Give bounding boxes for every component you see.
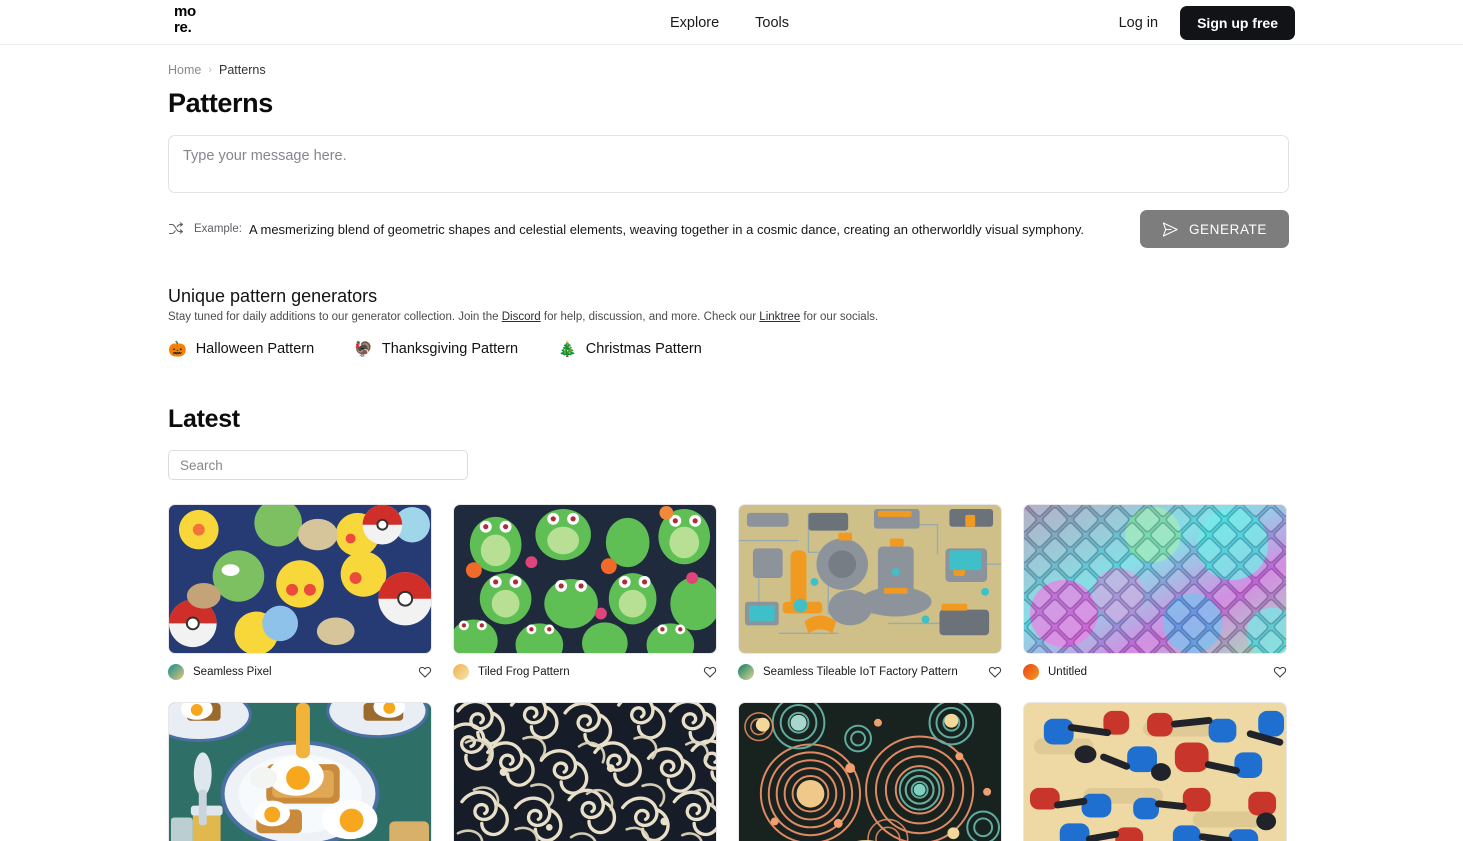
generator-link-christmas[interactable]: 🎄 Christmas Pattern	[558, 341, 702, 357]
pattern-card-title: Tiled Frog Pattern	[478, 666, 570, 678]
turkey-icon: 🦃	[354, 340, 373, 358]
generators-title: Unique pattern generators	[168, 286, 378, 306]
pattern-image-pokemon	[169, 505, 431, 653]
pattern-card-meta: Seamless Pixel	[168, 664, 432, 680]
pattern-card: Tiled Frog Pattern	[453, 504, 717, 680]
avatar	[168, 664, 184, 680]
pattern-image-saturn	[739, 703, 1001, 841]
pattern-thumbnail-seamless-pixel[interactable]	[168, 504, 432, 654]
pattern-image-frogs	[454, 505, 716, 653]
pattern-card-meta: Seamless Tileable IoT Factory Pattern	[738, 664, 1002, 680]
example-label: Example:	[194, 223, 242, 235]
pattern-card-title: Untitled	[1048, 666, 1087, 678]
favorite-heart-icon[interactable]	[418, 665, 432, 679]
nav-item-explore[interactable]: Explore	[670, 15, 719, 31]
generator-link-halloween[interactable]: 🎃 Halloween Pattern	[168, 341, 314, 357]
favorite-heart-icon[interactable]	[1273, 665, 1287, 679]
generator-links: 🎃 Halloween Pattern 🦃 Thanksgiving Patte…	[168, 341, 1295, 357]
signup-button[interactable]: Sign up free	[1180, 5, 1295, 40]
top-navigation-bar: mo re. Explore Tools Log in Sign up free	[0, 0, 1463, 45]
pumpkin-icon: 🎃	[168, 340, 187, 358]
generator-link-halloween-label: Halloween Pattern	[195, 341, 315, 357]
pattern-image-dumbbells	[1024, 703, 1286, 841]
site-logo[interactable]: mo re.	[174, 4, 196, 36]
discord-link[interactable]: Discord	[502, 311, 541, 323]
pattern-card: ToastTile	[168, 702, 432, 841]
generators-subtitle-part3: for our socials.	[800, 311, 879, 323]
generator-link-thanksgiving[interactable]: 🦃 Thanksgiving Pattern	[354, 341, 518, 357]
avatar	[1023, 664, 1039, 680]
pattern-thumbnail-gymfit[interactable]	[1023, 702, 1287, 841]
breadcrumb: Home › Patterns	[168, 63, 1295, 77]
generate-label: GENERATE	[1188, 221, 1267, 237]
pattern-card: Tiled Saturn Pattern	[738, 702, 1002, 841]
shuffle-icon[interactable]	[168, 221, 184, 237]
latest-title: Latest	[168, 405, 240, 433]
pattern-image-factory	[739, 505, 1001, 653]
page-content: Home › Patterns Patterns Example: A mesm…	[0, 63, 1463, 841]
pattern-thumbnail-tiled-frog-pattern[interactable]	[453, 504, 717, 654]
pattern-thumbnail-toasttile[interactable]	[168, 702, 432, 841]
generators-subtitle: Stay tuned for daily additions to our ge…	[168, 311, 1295, 323]
generators-subtitle-part2: for help, discussion, and more. Check ou…	[540, 311, 760, 323]
avatar	[453, 664, 469, 680]
avatar	[738, 664, 754, 680]
pattern-card: Seamless Tileable IoT Factory Pattern	[738, 504, 1002, 680]
linktree-link[interactable]: Linktree	[759, 311, 800, 323]
pattern-card: GymFit Pattern	[1023, 702, 1287, 841]
page-title: Patterns	[168, 88, 273, 118]
pattern-grid: Seamless Pixel Tiled Frog Pattern Seamle…	[168, 504, 1295, 841]
example-row: Example: A mesmerizing blend of geometri…	[168, 210, 1289, 248]
nav-item-tools[interactable]: Tools	[755, 15, 789, 31]
christmas-tree-icon: 🎄	[558, 340, 577, 358]
generator-link-thanksgiving-label: Thanksgiving Pattern	[381, 341, 519, 357]
generators-subtitle-part1: Stay tuned for daily additions to our ge…	[168, 311, 502, 323]
breadcrumb-home[interactable]: Home	[168, 63, 201, 77]
prompt-input[interactable]	[168, 135, 1289, 193]
pattern-thumbnail-holographic[interactable]	[1023, 504, 1287, 654]
breadcrumb-current: Patterns	[219, 63, 266, 77]
pattern-thumbnail-tiled-saturn[interactable]	[738, 702, 1002, 841]
pattern-card-title: Seamless Pixel	[193, 666, 272, 678]
example-text: A mesmerizing blend of geometric shapes …	[248, 221, 1085, 237]
pattern-thumbnail-iot-factory[interactable]	[738, 504, 1002, 654]
primary-nav: Explore Tools	[670, 0, 789, 45]
generate-button[interactable]: GENERATE	[1139, 210, 1289, 248]
pattern-card: Untitled	[453, 702, 717, 841]
pattern-thumbnail-damask[interactable]	[453, 702, 717, 841]
pattern-card: Untitled	[1023, 504, 1287, 680]
pattern-card-meta: Untitled	[1023, 664, 1287, 680]
login-link[interactable]: Log in	[1119, 15, 1159, 31]
search-input[interactable]	[168, 450, 468, 480]
account-actions: Log in Sign up free	[1119, 0, 1295, 45]
favorite-heart-icon[interactable]	[988, 665, 1002, 679]
pattern-image-damask	[454, 703, 716, 841]
logo-line-2: re.	[174, 19, 192, 36]
logo-line-1: mo	[174, 3, 196, 20]
pattern-card-title: Seamless Tileable IoT Factory Pattern	[763, 666, 958, 678]
send-icon	[1162, 221, 1178, 237]
pattern-card: Seamless Pixel	[168, 504, 432, 680]
pattern-image-holographic	[1024, 505, 1286, 653]
favorite-heart-icon[interactable]	[703, 665, 717, 679]
pattern-card-meta: Tiled Frog Pattern	[453, 664, 717, 680]
breadcrumb-separator-icon: ›	[208, 64, 213, 76]
generator-link-christmas-label: Christmas Pattern	[585, 341, 702, 357]
pattern-image-breakfast	[169, 703, 431, 841]
